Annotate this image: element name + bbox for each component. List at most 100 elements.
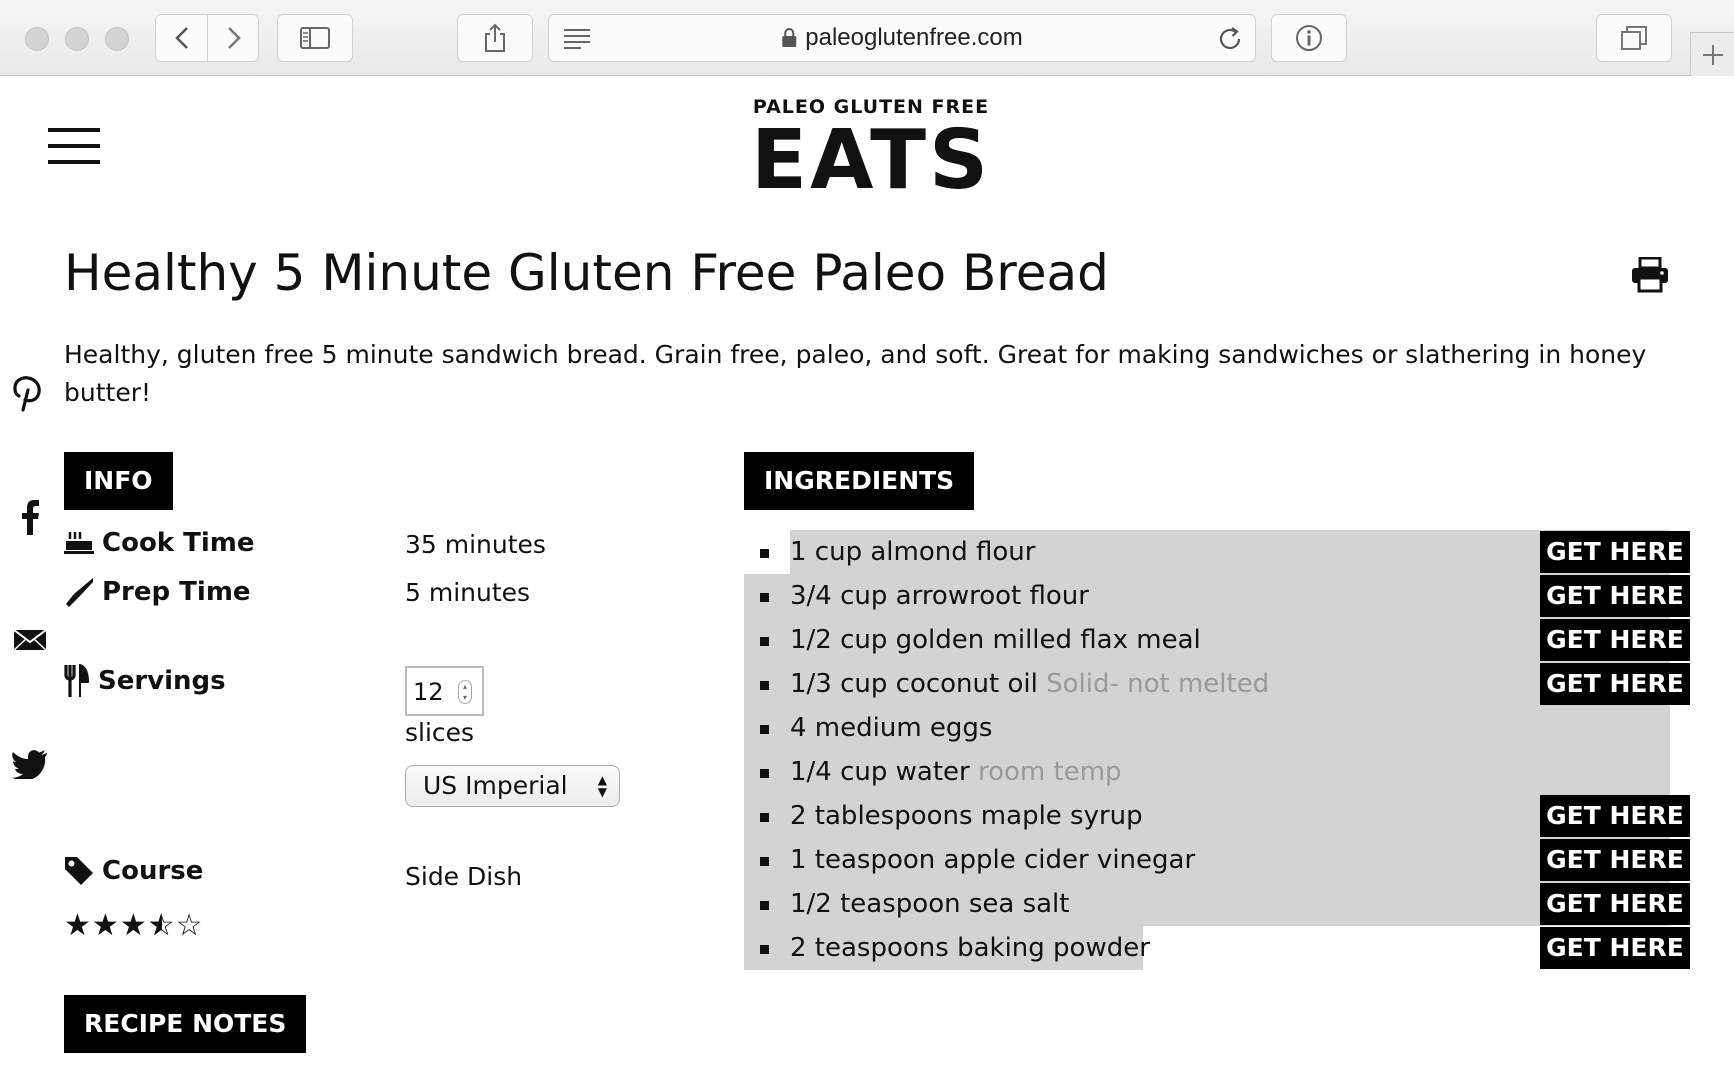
star-full-icon[interactable]: ★	[120, 908, 148, 943]
ingredient-item: 4 medium eggs	[744, 706, 1690, 750]
get-here-button[interactable]: GET HERE	[1540, 575, 1690, 617]
ingredient-text: 1 teaspoon apple cider vinegar	[790, 845, 1195, 875]
browser-toolbar: paleoglutenfree.com	[0, 0, 1734, 76]
pinterest-share[interactable]	[12, 374, 44, 416]
ingredient-name: 1/4 cup water	[790, 757, 970, 787]
get-here-button[interactable]: GET HERE	[1540, 531, 1690, 573]
ingredient-name: 3/4 cup arrowroot flour	[790, 581, 1089, 611]
ingredient-name: 2 teaspoons baking powder	[790, 933, 1150, 963]
ingredient-text: 1/4 cup water room temp	[790, 757, 1122, 787]
servings-label: Servings	[98, 666, 226, 696]
servings-stepper[interactable]: ▴ ▾	[458, 680, 472, 704]
plus-icon	[1703, 45, 1723, 65]
email-share[interactable]	[13, 629, 47, 655]
ingredient-item: 2 tablespoons maple syrup GET HERE	[744, 794, 1690, 838]
ingredient-text: 2 tablespoons maple syrup	[790, 801, 1143, 831]
bullet-icon	[760, 813, 769, 822]
get-here-button[interactable]: GET HERE	[1540, 663, 1690, 705]
back-button[interactable]	[156, 15, 208, 61]
select-arrows-icon: ▲ ▼	[597, 773, 607, 799]
share-button[interactable]	[457, 14, 533, 62]
ingredient-name: 1/2 cup golden milled flax meal	[790, 625, 1201, 655]
get-here-button[interactable]: GET HERE	[1540, 795, 1690, 837]
star-half-icon[interactable]: ☆★	[148, 908, 176, 943]
lock-icon	[782, 28, 797, 47]
ingredient-text: 1/2 cup golden milled flax meal	[790, 625, 1201, 655]
unit-system-select[interactable]: US Imperial ▲ ▼	[405, 765, 620, 807]
bullet-icon	[760, 769, 769, 778]
ingredient-item: 1/3 cup coconut oil Solid- not melted GET…	[744, 662, 1690, 706]
ingredient-name: 2 tablespoons maple syrup	[790, 801, 1143, 831]
servings-row: Servings	[64, 664, 226, 698]
forward-button[interactable]	[208, 15, 260, 61]
rating-stars[interactable]: ★★★☆★☆	[64, 908, 204, 943]
ingredient-text: 1 cup almond flour	[790, 537, 1035, 567]
servings-value: 12	[413, 678, 444, 706]
servings-unit: slices	[405, 718, 475, 747]
reload-icon[interactable]	[1217, 26, 1243, 56]
new-tab-button[interactable]	[1690, 32, 1734, 76]
info-button[interactable]	[1271, 14, 1347, 62]
ingredient-text: 4 medium eggs	[790, 713, 992, 743]
close-window-button[interactable]	[25, 27, 49, 51]
ingredient-text: 3/4 cup arrowroot flour	[790, 581, 1089, 611]
cook-time-value: 35 minutes	[405, 530, 546, 559]
sidebar-icon	[300, 27, 330, 49]
star-full-icon[interactable]: ★	[64, 908, 92, 943]
star-full-icon[interactable]: ★	[92, 908, 120, 943]
prep-time-label: Prep Time	[102, 577, 251, 607]
ingredient-item: 1 cup almond flour GET HERE	[744, 530, 1690, 574]
ingredient-item: 1/2 cup golden milled flax meal GET HERE	[744, 618, 1690, 662]
menu-button[interactable]	[48, 128, 100, 164]
ingredient-name: 4 medium eggs	[790, 713, 993, 743]
cook-time-row: Cook Time	[64, 528, 255, 558]
get-here-button[interactable]: GET HERE	[1540, 619, 1690, 661]
bullet-icon	[760, 945, 769, 954]
knife-icon	[66, 578, 93, 607]
address-bar[interactable]: paleoglutenfree.com	[548, 14, 1256, 62]
ingredient-name: 1/2 teaspoon sea salt	[790, 889, 1070, 919]
bullet-icon	[760, 725, 769, 734]
url-text: paleoglutenfree.com	[805, 24, 1023, 51]
star-empty-icon[interactable]: ☆	[176, 908, 204, 943]
bullet-icon	[760, 637, 769, 646]
get-here-button[interactable]: GET HERE	[1540, 883, 1690, 925]
tab-overview-button[interactable]	[1596, 14, 1672, 62]
get-here-button[interactable]: GET HERE	[1540, 839, 1690, 881]
zoom-window-button[interactable]	[105, 27, 129, 51]
printer-icon	[1632, 256, 1668, 293]
recipe-title: Healthy 5 Minute Gluten Free Paleo Bread	[64, 244, 1109, 302]
cook-time-label: Cook Time	[102, 528, 255, 558]
unit-system-value: US Imperial	[423, 771, 568, 800]
ingredient-item: 1 teaspoon apple cider vinegar GET HERE	[744, 838, 1690, 882]
pinterest-icon	[13, 376, 41, 412]
bullet-icon	[760, 549, 769, 558]
prep-time-row: Prep Time	[64, 576, 251, 608]
cook-time-icon	[64, 532, 94, 554]
get-here-button[interactable]: GET HERE	[1540, 927, 1690, 969]
share-icon	[485, 23, 505, 52]
ingredient-text: 1/3 cup coconut oil Solid- not melted	[790, 669, 1269, 699]
bullet-icon	[760, 901, 769, 910]
course-label: Course	[102, 856, 204, 886]
ingredient-item: 1/2 teaspoon sea salt GET HERE	[744, 882, 1690, 926]
twitter-icon	[12, 750, 47, 781]
chevron-right-icon	[228, 27, 241, 49]
minimize-window-button[interactable]	[65, 27, 89, 51]
brand-name: EATS	[751, 113, 992, 208]
reader-view-icon[interactable]	[563, 27, 591, 53]
site-logo[interactable]: PALEO GLUTEN FREE EATS	[751, 96, 991, 204]
ingredient-name: 1 teaspoon apple cider vinegar	[790, 845, 1196, 875]
ingredient-item: 3/4 cup arrowroot flour GET HERE	[744, 574, 1690, 618]
tabs-icon	[1621, 26, 1647, 50]
facebook-share[interactable]	[20, 499, 40, 539]
info-icon	[1296, 25, 1322, 51]
twitter-share[interactable]	[12, 749, 48, 783]
bullet-icon	[760, 593, 769, 602]
sidebar-button[interactable]	[277, 14, 353, 62]
ingredient-name: 1 cup almond flour	[790, 537, 1036, 567]
course-row: Course	[64, 856, 203, 886]
print-button[interactable]	[1630, 256, 1670, 297]
servings-input[interactable]: 12 ▴ ▾	[405, 666, 484, 716]
info-section-label: INFO	[64, 452, 173, 510]
